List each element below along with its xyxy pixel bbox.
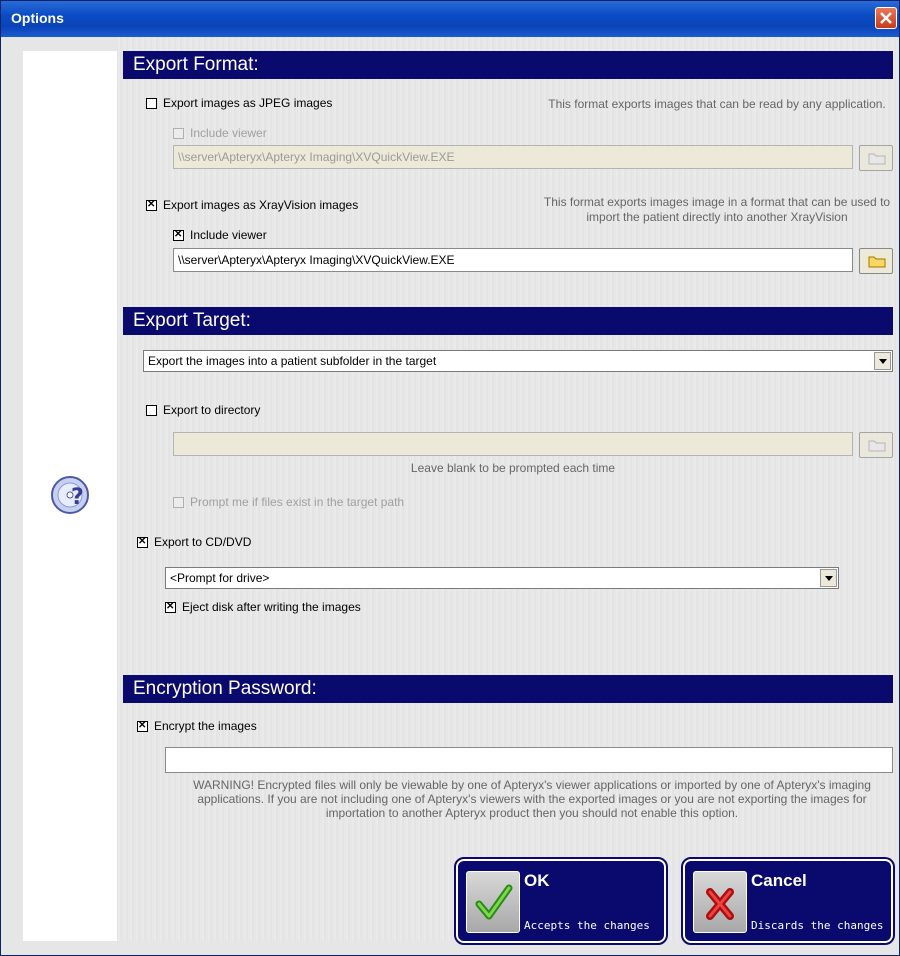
cancel-button[interactable]: Cancel Discards the changes	[681, 857, 895, 945]
cancel-sub: Discards the changes	[751, 919, 884, 932]
xrayvision-checkbox-box[interactable]	[146, 198, 157, 212]
prompt-existing-checkbox[interactable]: Prompt me if files exist in the target p…	[173, 495, 404, 509]
directory-note: Leave blank to be prompted each time	[410, 461, 616, 475]
encrypt-box[interactable]	[137, 719, 148, 733]
export-directory-label: Export to directory	[163, 403, 261, 417]
export-directory-checkbox[interactable]: Export to directory	[146, 403, 260, 417]
prompt-existing-box[interactable]	[173, 496, 184, 508]
content-area: Export Format: Export images as JPEG ima…	[117, 37, 899, 945]
xrayvision-viewer-path-field[interactable]: \\server\Apteryx\Apteryx Imaging\XVQuick…	[173, 248, 853, 272]
ok-button[interactable]: OK Accepts the changes	[454, 857, 668, 945]
x-mark-icon	[706, 888, 734, 920]
help-cd-icon[interactable]: ?	[50, 475, 90, 515]
xrayvision-include-viewer-box[interactable]	[173, 228, 184, 242]
checkmark-icon	[475, 884, 513, 920]
ok-icon-tile	[466, 871, 520, 933]
prompt-existing-label: Prompt me if files exist in the target p…	[190, 495, 405, 509]
cancel-label: Cancel	[751, 871, 807, 890]
xrayvision-browse-button[interactable]	[859, 248, 893, 274]
xrayvision-description: This format exports images image in a fo…	[543, 195, 891, 224]
eject-disk-box[interactable]	[165, 600, 176, 614]
export-format-header: Export Format:	[123, 51, 893, 79]
jpeg-description: This format exports images that can be r…	[548, 97, 886, 111]
export-mode-select[interactable]: Export the images into a patient subfold…	[143, 350, 893, 372]
encryption-header: Encryption Password:	[123, 675, 893, 703]
chevron-down-icon[interactable]	[820, 569, 837, 587]
jpeg-viewer-path-field[interactable]: \\server\Apteryx\Apteryx Imaging\XVQuick…	[173, 145, 853, 169]
jpeg-include-viewer-label: Include viewer	[190, 126, 267, 140]
export-cd-label: Export to CD/DVD	[154, 535, 252, 549]
options-dialog: Options ? Export Format: Export images a…	[0, 0, 900, 956]
window-title: Options	[11, 10, 64, 26]
xrayvision-include-viewer-label: Include viewer	[190, 228, 267, 242]
drive-value: <Prompt for drive>	[170, 571, 270, 585]
export-directory-box[interactable]	[146, 404, 157, 416]
eject-disk-label: Eject disk after writing the images	[182, 600, 361, 614]
jpeg-checkbox-box[interactable]	[146, 97, 157, 109]
folder-icon	[868, 153, 886, 165]
close-button[interactable]	[875, 7, 897, 29]
ok-sub: Accepts the changes	[524, 919, 650, 932]
drive-select[interactable]: <Prompt for drive>	[165, 567, 839, 589]
encrypt-checkbox[interactable]: Encrypt the images	[137, 719, 257, 733]
directory-path-field[interactable]	[173, 432, 853, 456]
folder-icon	[868, 440, 886, 452]
jpeg-label: Export images as JPEG images	[163, 96, 333, 110]
folder-icon	[868, 256, 886, 268]
export-cd-checkbox[interactable]: Export to CD/DVD	[137, 535, 251, 549]
left-panel: ?	[23, 51, 118, 941]
export-mode-value: Export the images into a patient subfold…	[148, 354, 437, 368]
password-field[interactable]	[165, 747, 893, 773]
directory-browse-button[interactable]	[859, 432, 893, 458]
export-cd-box[interactable]	[137, 535, 148, 549]
ok-label: OK	[524, 871, 550, 890]
chevron-down-icon[interactable]	[874, 352, 891, 370]
jpeg-browse-button[interactable]	[859, 145, 893, 171]
xrayvision-checkbox[interactable]: Export images as XrayVision images	[146, 198, 358, 212]
xrayvision-label: Export images as XrayVision images	[163, 198, 359, 212]
encryption-warning: WARNING! Encrypted files will only be vi…	[193, 778, 871, 820]
svg-text:?: ?	[71, 485, 84, 510]
cancel-icon-tile	[693, 871, 747, 933]
encrypt-label: Encrypt the images	[154, 719, 257, 733]
jpeg-checkbox[interactable]: Export images as JPEG images	[146, 96, 332, 110]
xrayvision-include-viewer-checkbox[interactable]: Include viewer	[173, 228, 267, 242]
jpeg-include-viewer-box[interactable]	[173, 127, 184, 139]
eject-disk-checkbox[interactable]: Eject disk after writing the images	[165, 600, 361, 614]
jpeg-include-viewer-checkbox[interactable]: Include viewer	[173, 126, 267, 140]
export-target-header: Export Target:	[123, 307, 893, 335]
close-icon	[880, 12, 892, 24]
title-bar[interactable]: Options	[1, 1, 899, 37]
